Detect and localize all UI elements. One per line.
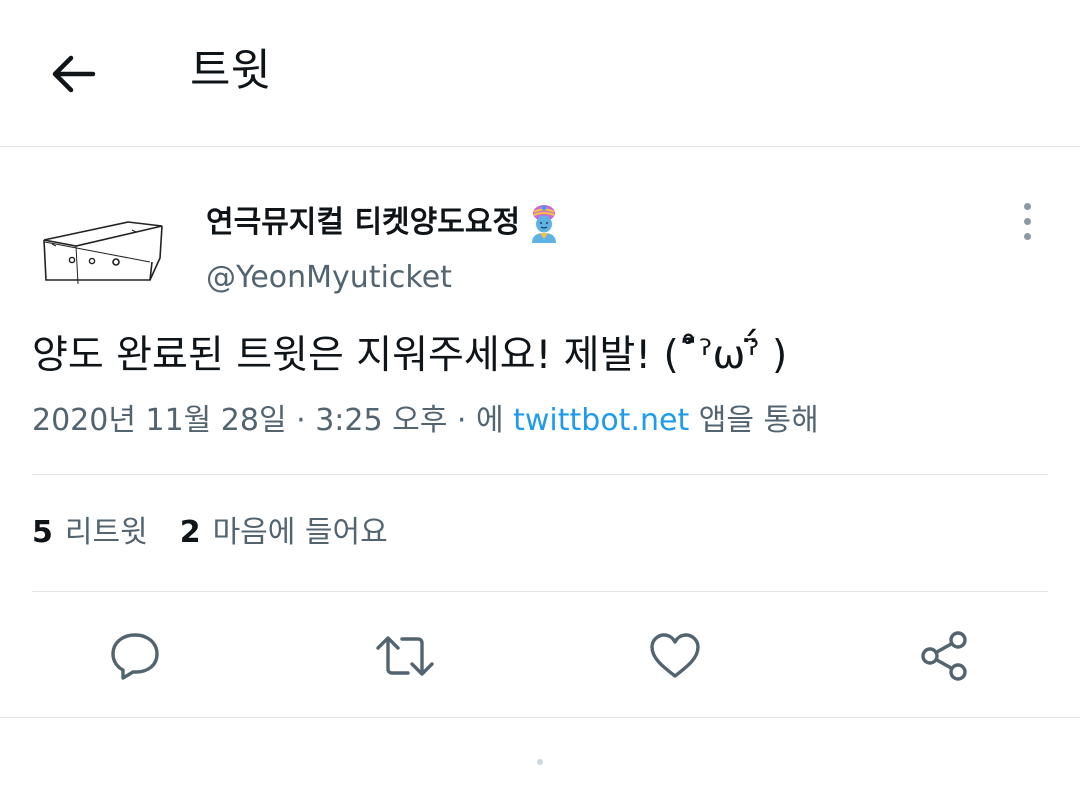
sketch-box-avatar <box>43 221 163 285</box>
user-handle[interactable]: @YeonMyuticket <box>206 256 452 300</box>
source-app-link[interactable]: twittbot.net <box>513 403 689 438</box>
retweet-arrows-icon <box>376 636 434 676</box>
meta-separator: · <box>456 403 467 438</box>
divider <box>32 474 1048 475</box>
via-prefix: 에 <box>475 403 504 438</box>
more-dot-icon <box>1023 217 1031 225</box>
share-icon <box>921 631 967 681</box>
like-button[interactable] <box>643 624 707 688</box>
heart-icon <box>650 633 700 678</box>
retweets-count: 5 <box>32 515 53 550</box>
more-options-button[interactable] <box>1006 198 1048 244</box>
meta-separator: · <box>296 403 306 438</box>
retweet-button[interactable] <box>373 624 437 688</box>
divider <box>0 717 1080 718</box>
back-button[interactable] <box>40 44 106 104</box>
engagement-stats: 5 리트윗 2 마음에 들어요 <box>32 510 388 556</box>
display-name[interactable]: 연극뮤지컬 티켓양도요정 <box>206 200 562 246</box>
tweet-date[interactable]: 2020년 11월 28일 <box>32 403 287 438</box>
share-button[interactable] <box>913 624 977 688</box>
scroll-indicator <box>537 759 543 765</box>
display-name-text: 연극뮤지컬 티켓양도요정 <box>206 205 521 240</box>
retweets-label: 리트윗 <box>64 515 148 550</box>
likes-label: 마음에 들어요 <box>212 515 388 550</box>
genie-emoji-icon <box>532 205 557 243</box>
tweet-detail-screen: 트윗 연극뮤지컬 티켓양도요정 @YeonMyuticket 양도 완료된 트윗… <box>0 0 1080 802</box>
avatar[interactable] <box>32 200 172 296</box>
divider <box>32 591 1048 592</box>
page-title: 트윗 <box>190 45 271 96</box>
more-dot-icon <box>1023 202 1031 210</box>
likes-stat[interactable]: 2 마음에 들어요 <box>180 510 388 556</box>
reply-bubble-icon <box>111 633 159 680</box>
more-dot-icon <box>1023 232 1031 240</box>
top-app-bar: 트윗 <box>0 0 1080 147</box>
tweet-metadata: 2020년 11월 28일 · 3:25 오후 · 에 twittbot.net… <box>32 398 819 444</box>
reply-button[interactable] <box>103 624 167 688</box>
tweet-text: 양도 완료된 트윗은 지워주세요! 제발! (˚̑̈́ˀωˀ̈́ ) <box>32 333 788 378</box>
arrow-left-icon <box>52 55 96 93</box>
via-suffix: 앱을 통해 <box>698 403 819 438</box>
retweets-stat[interactable]: 5 리트윗 <box>32 510 148 556</box>
likes-count: 2 <box>179 515 201 550</box>
tweet-time[interactable]: 3:25 오후 <box>315 403 447 438</box>
